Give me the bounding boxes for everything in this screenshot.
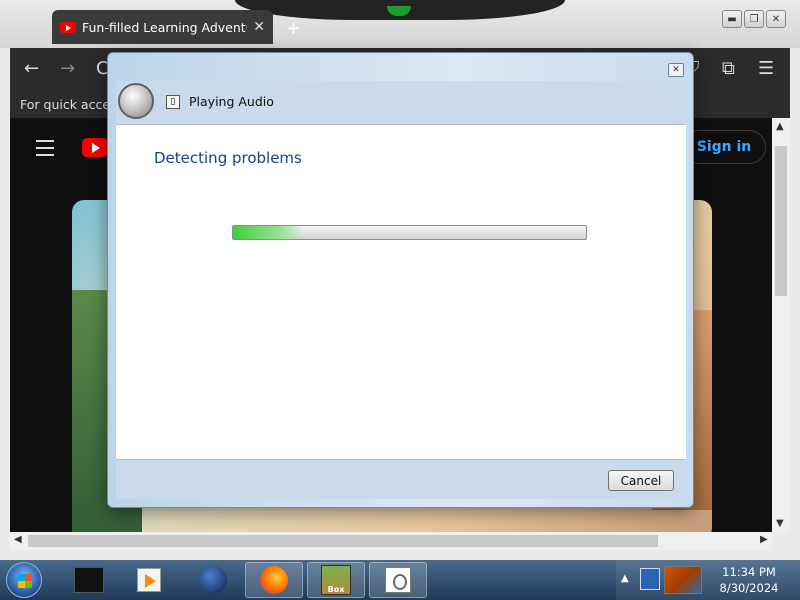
tab-close-icon[interactable]: ✕: [253, 19, 265, 35]
taskbar-terminal[interactable]: [60, 562, 118, 598]
taskbar-globe[interactable]: [184, 562, 242, 598]
network-icon[interactable]: [640, 568, 660, 590]
hamburger-menu-icon[interactable]: [36, 140, 54, 161]
horizontal-scrollbar[interactable]: ◀ ▶: [10, 532, 772, 550]
taskbar-game[interactable]: Box: [307, 562, 365, 598]
taskbar-media-player[interactable]: [120, 562, 178, 598]
cancel-button[interactable]: Cancel: [608, 470, 674, 491]
horizontal-scroll-thumb[interactable]: [28, 535, 658, 547]
system-tray: ▲ 11:34 PM 8/30/2024: [616, 560, 800, 600]
minimize-button[interactable]: ▬: [722, 10, 742, 28]
clock[interactable]: 11:34 PM 8/30/2024: [712, 564, 786, 596]
youtube-logo-icon[interactable]: [82, 138, 108, 157]
start-button[interactable]: [6, 562, 42, 598]
back-arrow-icon[interactable]: ←: [24, 58, 39, 79]
indicator-dot: [387, 6, 411, 16]
dialog-title: Playing Audio: [189, 94, 274, 109]
troubleshooter-taskbar-icon: [385, 567, 411, 593]
scroll-up-icon[interactable]: ▲: [776, 121, 784, 132]
maximize-button[interactable]: ❐: [744, 10, 764, 28]
scroll-left-icon[interactable]: ◀: [14, 534, 22, 545]
vertical-scroll-thumb[interactable]: [775, 146, 787, 296]
new-tab-button[interactable]: +: [286, 18, 301, 39]
taskbar: Box ▲ 11:34 PM 8/30/2024: [0, 560, 800, 600]
firefox-icon: [260, 566, 288, 594]
clock-time: 11:34 PM: [722, 565, 776, 579]
scroll-down-icon[interactable]: ▼: [776, 518, 784, 529]
extensions-icon[interactable]: ⧉: [722, 58, 735, 79]
clock-date: 8/30/2024: [719, 581, 779, 595]
forward-arrow-icon[interactable]: →: [60, 58, 75, 79]
game-icon: Box: [321, 565, 351, 595]
taskbar-troubleshooter[interactable]: [369, 562, 427, 598]
back-button[interactable]: [118, 83, 154, 119]
progress-bar: [232, 225, 587, 240]
scroll-right-icon[interactable]: ▶: [760, 534, 768, 545]
dialog-footer: Cancel: [116, 459, 686, 499]
menu-icon[interactable]: ☰: [758, 58, 774, 79]
globe-icon: [199, 566, 227, 594]
status-heading: Detecting problems: [154, 149, 302, 167]
close-window-button[interactable]: ✕: [766, 10, 786, 28]
windows-logo-icon: [18, 574, 32, 588]
window-controls: ▬ ❐ ✕: [722, 10, 786, 28]
vertical-scrollbar[interactable]: ▲ ▼: [772, 118, 790, 532]
youtube-favicon-icon: [60, 21, 76, 33]
browser-titlebar: Fun-filled Learning Adventure ✕ + ▬ ❐ ✕: [0, 0, 800, 48]
window-top-decoration: [235, 0, 565, 20]
show-hidden-icons-icon[interactable]: ▲: [621, 573, 629, 584]
game-label: Box: [327, 585, 345, 594]
taskbar-firefox[interactable]: [245, 562, 303, 598]
terminal-icon: [74, 567, 104, 593]
media-player-icon: [137, 568, 161, 592]
action-center-icon[interactable]: [664, 566, 702, 594]
dialog-close-button[interactable]: ✕: [668, 63, 684, 77]
sign-in-button[interactable]: Sign in: [682, 130, 766, 164]
dialog-header: ▯ Playing Audio: [116, 81, 686, 125]
tab-title: Fun-filled Learning Adventure: [82, 19, 247, 35]
dialog-body: Detecting problems: [116, 125, 686, 459]
troubleshooter-dialog: ✕ ▯ Playing Audio Detecting problems Can…: [107, 52, 694, 508]
progress-fill: [233, 226, 304, 239]
browser-tab[interactable]: Fun-filled Learning Adventure ✕: [52, 10, 273, 44]
troubleshooter-icon: ▯: [166, 95, 180, 109]
